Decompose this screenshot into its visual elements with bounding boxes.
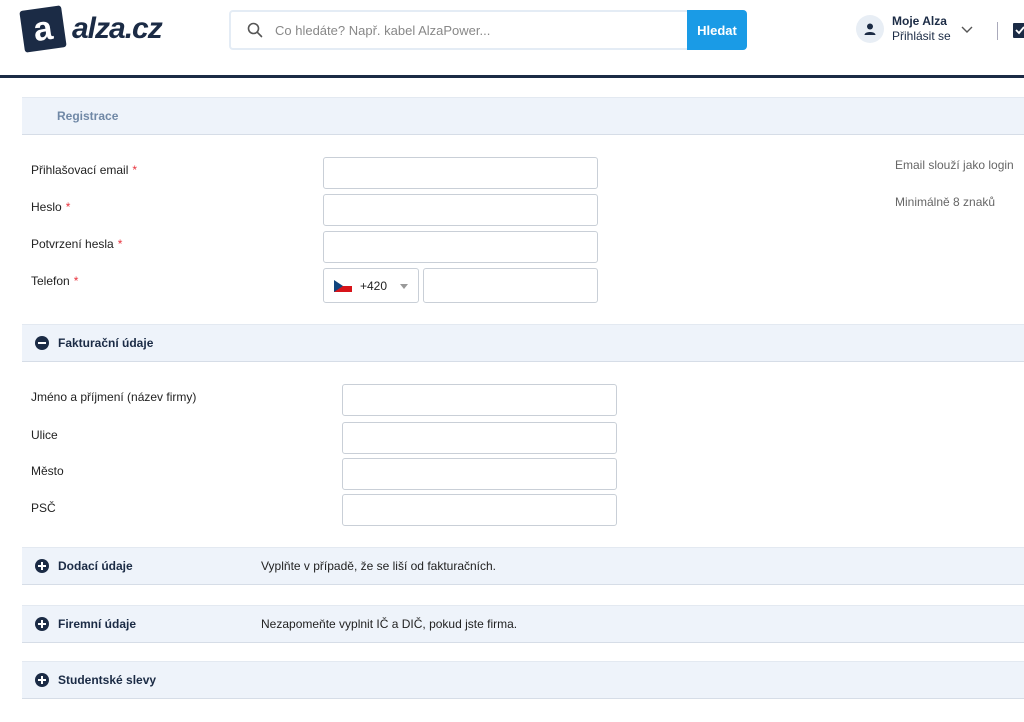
company-note: Nezapomeňte vyplnit IČ a DIČ, pokud jste… xyxy=(261,617,518,631)
site-header: a alza.cz Hledat Moje Alza Přihlásit se xyxy=(0,0,1024,78)
chevron-down-icon xyxy=(961,26,973,33)
name-field[interactable] xyxy=(342,384,617,416)
email-hint: Email slouží jako login xyxy=(895,158,1014,172)
delivery-section-header[interactable]: Dodací údaje Vyplňte v případě, že se li… xyxy=(22,547,1024,585)
company-section-header[interactable]: Firemní údaje Nezapomeňte vyplnit IČ a D… xyxy=(22,605,1024,643)
email-field[interactable] xyxy=(323,157,598,189)
plus-circle-icon xyxy=(35,617,49,631)
billing-section-header[interactable]: Fakturační údaje xyxy=(22,324,1024,362)
password-label: Heslo * xyxy=(31,200,71,214)
city-field[interactable] xyxy=(342,458,617,490)
search-input[interactable] xyxy=(275,22,745,38)
password-confirm-field[interactable] xyxy=(323,231,598,263)
password-hint: Minimálně 8 znaků xyxy=(895,195,996,209)
phone-prefix-value: +420 xyxy=(360,278,388,293)
city-label: Město xyxy=(31,464,64,478)
phone-field[interactable] xyxy=(423,268,598,303)
password-field[interactable] xyxy=(323,194,598,226)
alza-logo[interactable]: a alza.cz xyxy=(19,5,163,53)
minus-circle-icon xyxy=(35,336,49,350)
logo-mark: a xyxy=(19,5,67,53)
header-divider xyxy=(997,22,998,40)
logo-text: alza.cz xyxy=(72,12,163,45)
account-menu[interactable]: Moje Alza Přihlásit se xyxy=(856,14,973,44)
password-confirm-label: Potvrzení hesla * xyxy=(31,237,123,251)
zip-field[interactable] xyxy=(342,494,617,526)
street-field[interactable] xyxy=(342,422,617,454)
student-section-header[interactable]: Studentské slevy xyxy=(22,661,1024,699)
plus-circle-icon xyxy=(35,559,49,573)
delivery-note: Vyplňte v případě, že se liší od faktura… xyxy=(261,559,497,573)
search-icon xyxy=(247,22,263,38)
email-label: Přihlašovací email * xyxy=(31,163,138,177)
street-label: Ulice xyxy=(31,428,58,442)
account-title: Moje Alza xyxy=(892,14,947,28)
billing-title: Fakturační údaje xyxy=(58,336,154,350)
phone-label: Telefon * xyxy=(31,274,79,288)
company-title: Firemní údaje xyxy=(58,617,137,631)
registration-title: Registrace xyxy=(57,109,119,123)
user-avatar-icon xyxy=(856,15,884,43)
zip-label: PSČ xyxy=(31,501,56,515)
student-title: Studentské slevy xyxy=(58,673,157,687)
login-link[interactable]: Přihlásit se xyxy=(892,29,951,44)
search-button[interactable]: Hledat xyxy=(687,10,747,50)
dropdown-arrow-icon xyxy=(400,284,408,289)
registration-header: Registrace xyxy=(22,97,1024,135)
plus-circle-icon xyxy=(35,673,49,687)
name-label: Jméno a příjmení (název firmy) xyxy=(31,390,197,404)
phone-prefix-select[interactable]: +420 xyxy=(323,268,419,303)
delivery-title: Dodací údaje xyxy=(58,559,133,573)
czech-flag-icon xyxy=(334,279,352,292)
basket-icon[interactable] xyxy=(1012,20,1024,40)
search-bar: Hledat xyxy=(229,10,747,50)
account-text: Moje Alza Přihlásit se xyxy=(892,14,951,44)
